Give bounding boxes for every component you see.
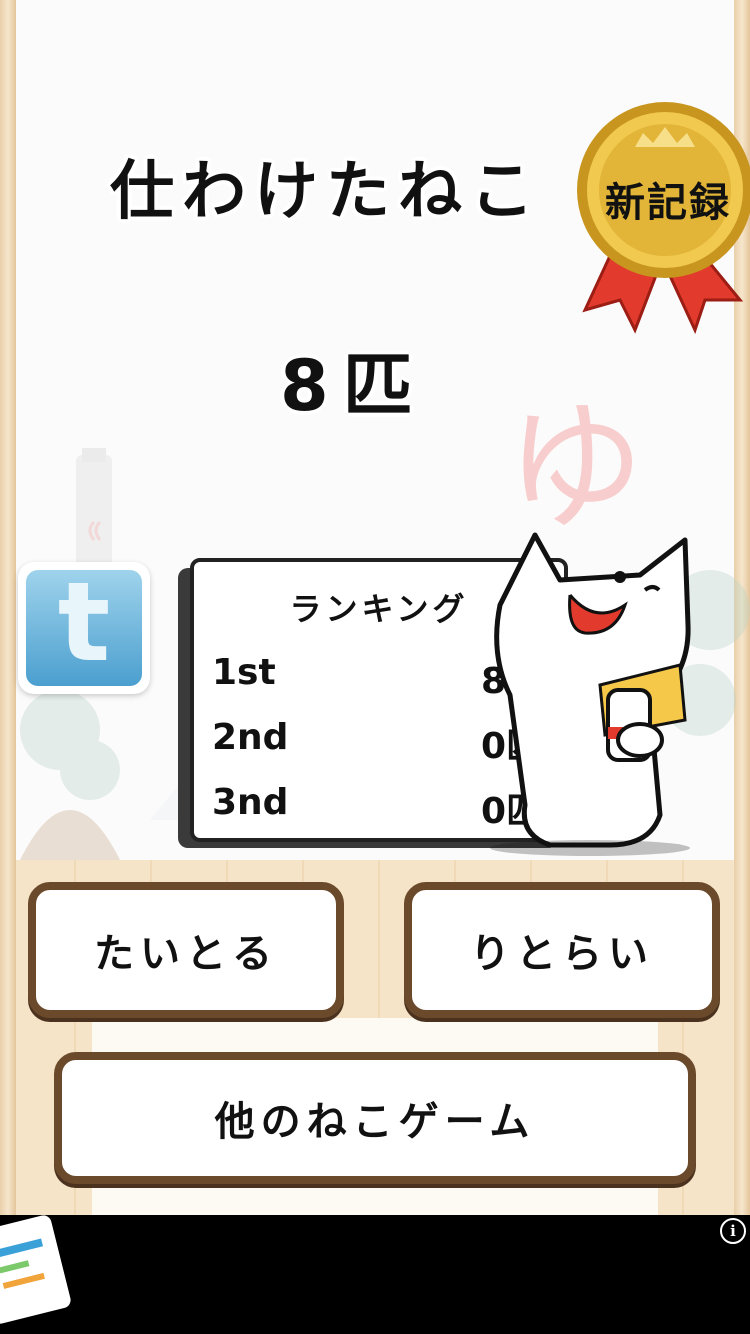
other-cat-games-button[interactable]: 他のねこゲーム: [54, 1052, 696, 1184]
twitter-share-button[interactable]: t: [18, 558, 150, 694]
twitter-icon: t: [26, 558, 142, 686]
retry-button-label: りとらい: [470, 931, 654, 977]
ad-info-icon[interactable]: i: [720, 1218, 746, 1244]
rank-place: 3nd: [212, 782, 289, 823]
other-cat-games-label: 他のねこゲーム: [214, 1099, 536, 1145]
score-value: 8匹: [280, 345, 427, 427]
title-button-label: たいとる: [94, 931, 278, 977]
rank-place: 1st: [212, 652, 276, 693]
ad-banner[interactable]: [0, 1215, 750, 1334]
medal-label: 新記録: [605, 180, 731, 226]
twitter-glyph: t: [57, 558, 111, 686]
retry-button[interactable]: りとらい: [404, 882, 720, 1018]
title-button[interactable]: たいとる: [28, 882, 344, 1018]
rank-place: 2nd: [212, 717, 289, 758]
result-title: 仕わけたねこ: [110, 155, 542, 229]
cat-mascot-illustration: [490, 532, 691, 856]
game-stage: ゆ 仕わけたねこ 新記録 8匹 t ランキング 1st 8匹 2nd 0匹 3n…: [0, 0, 750, 1215]
